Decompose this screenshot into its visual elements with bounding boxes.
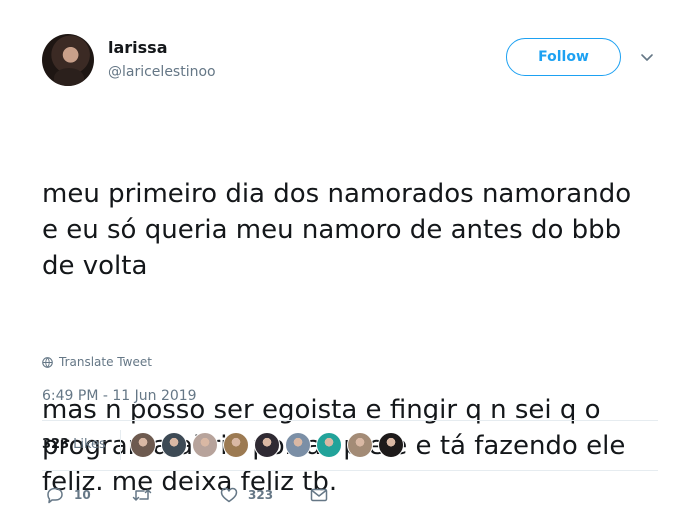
liker-avatar[interactable] — [254, 432, 280, 458]
reply-button[interactable]: 10 — [46, 486, 91, 504]
liker-avatar[interactable] — [223, 432, 249, 458]
likes-stat[interactable]: 323 Likes — [42, 437, 106, 452]
heart-icon — [220, 487, 238, 503]
liker-avatar[interactable] — [130, 432, 156, 458]
like-button[interactable]: 323 — [220, 486, 273, 504]
chevron-down-icon[interactable] — [640, 50, 654, 64]
like-count: 323 — [248, 488, 274, 502]
tweet-header: larissa @laricelestinoo Follow — [42, 32, 672, 90]
liker-avatar[interactable] — [316, 432, 342, 458]
retweet-button[interactable] — [132, 486, 162, 504]
liker-avatar[interactable] — [192, 432, 218, 458]
tweet-paragraph: meu primeiro dia dos namorados namorando… — [42, 179, 632, 281]
retweet-icon — [132, 489, 152, 501]
translate-label: Translate Tweet — [59, 355, 152, 369]
tweet-timestamp[interactable]: 6:49 PM - 11 Jun 2019 — [42, 388, 197, 404]
liker-avatar[interactable] — [285, 432, 311, 458]
liker-avatar[interactable] — [161, 432, 187, 458]
likes-label: Likes — [73, 437, 106, 452]
tweet-text: meu primeiro dia dos namorados namorando… — [42, 104, 672, 523]
translate-tweet-link[interactable]: Translate Tweet — [42, 355, 152, 369]
reply-icon — [47, 487, 63, 504]
liker-avatar[interactable] — [347, 432, 373, 458]
direct-message-button[interactable] — [310, 486, 338, 504]
likes-count: 323 — [42, 437, 70, 452]
divider — [42, 470, 658, 471]
reply-count: 10 — [74, 488, 91, 502]
envelope-icon — [310, 488, 328, 502]
liker-avatar[interactable] — [378, 432, 404, 458]
user-name[interactable]: larissa — [108, 38, 168, 57]
user-handle[interactable]: @laricelestinoo — [108, 64, 216, 80]
follow-button[interactable]: Follow — [506, 38, 621, 76]
divider — [42, 420, 658, 421]
avatar[interactable] — [42, 34, 94, 86]
divider — [120, 430, 121, 460]
likers-avatars — [130, 432, 409, 458]
tweet-actions: 10 323 — [42, 486, 362, 510]
globe-icon — [42, 356, 53, 368]
